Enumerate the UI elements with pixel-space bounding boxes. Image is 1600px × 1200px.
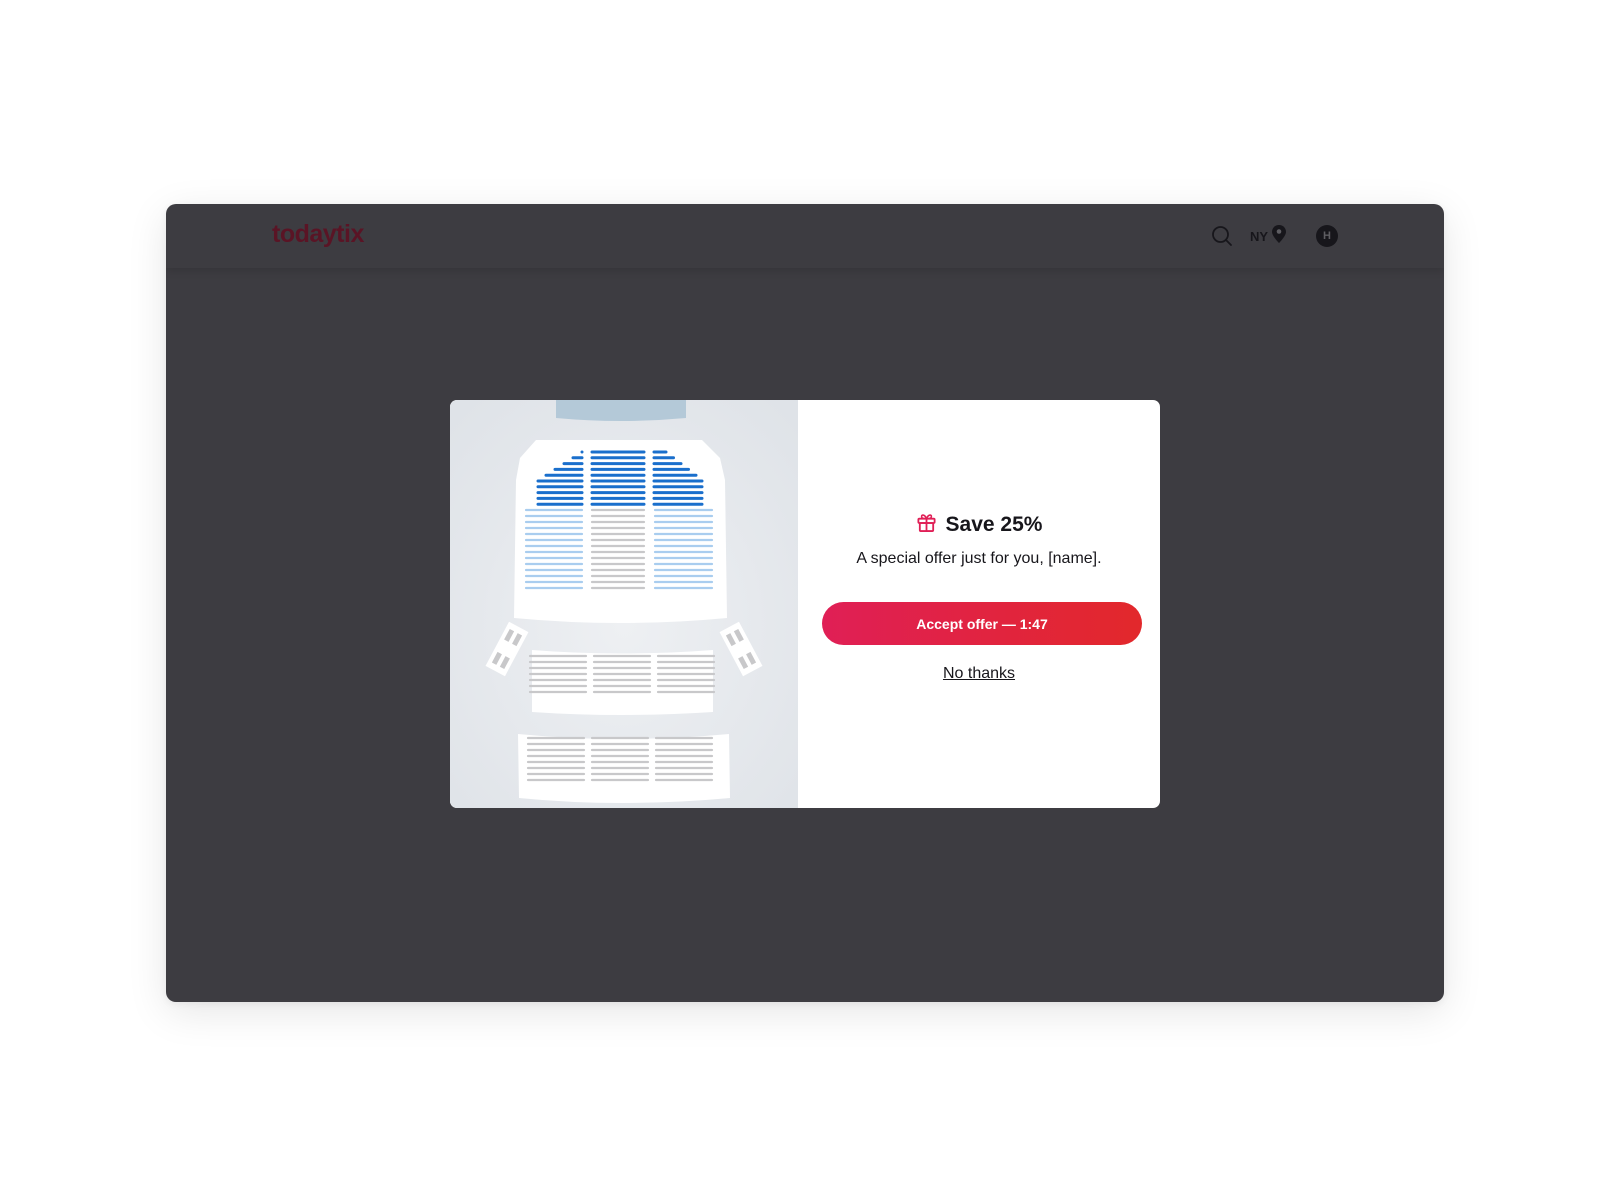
accept-offer-button[interactable]: Accept offer — 1:47 <box>822 602 1142 645</box>
special-offer-modal: Save 25% A special offer just for you, [… <box>450 400 1160 808</box>
city-selector[interactable]: NY <box>1250 222 1287 250</box>
browser-window: todaytix NY H Save 25% A special offer j… <box>166 204 1444 1002</box>
search-icon[interactable] <box>1210 224 1234 248</box>
offer-subtitle: A special offer just for you, [name]. <box>856 550 1102 567</box>
no-thanks-link[interactable]: No thanks <box>798 665 1160 683</box>
avatar[interactable]: H <box>1316 225 1338 247</box>
orchestra-section <box>514 440 727 623</box>
stage <box>556 400 686 421</box>
offer-panel: Save 25% A special offer just for you, [… <box>798 400 1160 808</box>
location-pin-icon <box>1271 224 1287 249</box>
city-label: NY <box>1250 228 1269 244</box>
seat-map <box>450 400 798 808</box>
todaytix-logo[interactable]: todaytix <box>272 220 364 249</box>
gift-icon <box>916 512 937 538</box>
offer-title: Save 25% <box>945 513 1043 536</box>
top-nav: todaytix NY H <box>166 204 1444 268</box>
mezzanine-section <box>532 650 713 715</box>
offer-heading: Save 25% <box>798 512 1160 538</box>
